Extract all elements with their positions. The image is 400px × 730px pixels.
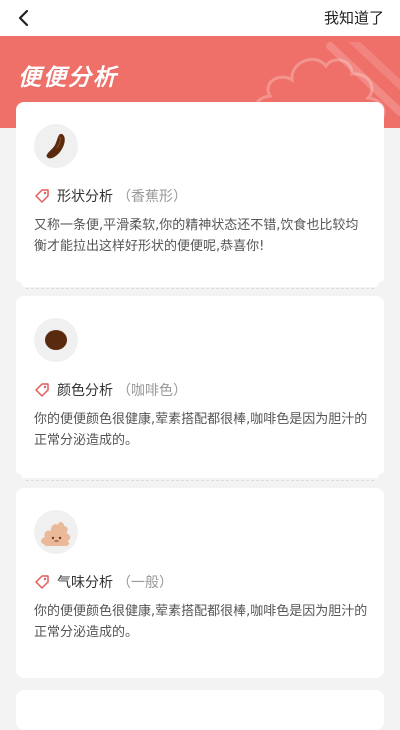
smell-image bbox=[34, 510, 78, 554]
shape-image bbox=[34, 124, 78, 168]
notch bbox=[9, 281, 23, 295]
color-title: 颜色分析 bbox=[57, 383, 113, 399]
shape-subtitle: （香蕉形） bbox=[117, 189, 187, 205]
got-it-button[interactable]: 我知道了 bbox=[324, 7, 384, 28]
dashed-divider bbox=[26, 288, 374, 289]
smell-heading: 气味分析 （一般） bbox=[34, 572, 173, 592]
color-description: 你的便便颜色很健康,荤素搭配都很棒,咖啡色是因为胆汁的正常分泌造成的。 bbox=[34, 412, 368, 448]
tag-icon bbox=[35, 383, 49, 397]
notch bbox=[377, 281, 391, 295]
shape-description: 又称一条便,平滑柔软,你的精神状态还不错,饮食也比较均衡才能拉出这样好形状的便便… bbox=[34, 218, 359, 254]
banana-shaped-stool-icon bbox=[46, 133, 65, 159]
notch bbox=[377, 473, 391, 487]
dashed-divider bbox=[26, 480, 374, 481]
color-analysis-card: 颜色分析 （咖啡色） 你的便便颜色很健康,荤素搭配都很棒,咖啡色是因为胆汁的正常… bbox=[16, 296, 384, 478]
next-card bbox=[16, 690, 384, 730]
color-subtitle: （咖啡色） bbox=[117, 383, 187, 399]
shape-analysis-card: 形状分析 （香蕉形） 又称一条便,平滑柔软,你的精神状态还不错,饮食也比较均衡才… bbox=[16, 102, 384, 287]
smell-description: 你的便便颜色很健康,荤素搭配都很棒,咖啡色是因为胆汁的正常分泌造成的。 bbox=[34, 604, 368, 640]
color-heading: 颜色分析 （咖啡色） bbox=[34, 380, 187, 400]
smell-analysis-card: 气味分析 （一般） 你的便便颜色很健康,荤素搭配都很棒,咖啡色是因为胆汁的正常分… bbox=[16, 488, 384, 678]
brown-dot-icon bbox=[45, 330, 67, 350]
shape-heading: 形状分析 （香蕉形） bbox=[34, 186, 187, 206]
smell-title: 气味分析 bbox=[57, 575, 113, 591]
shape-title: 形状分析 bbox=[57, 189, 113, 205]
notch bbox=[9, 473, 23, 487]
chevron-left-icon bbox=[18, 9, 29, 27]
tag-icon bbox=[35, 575, 49, 589]
top-bar: 我知道了 bbox=[0, 0, 400, 36]
back-button[interactable] bbox=[10, 6, 36, 30]
smell-subtitle: （一般） bbox=[117, 575, 173, 591]
poop-face-icon bbox=[41, 522, 71, 546]
tag-icon bbox=[35, 189, 49, 203]
color-image bbox=[34, 318, 78, 362]
page-title: 便便分析 bbox=[18, 65, 118, 91]
